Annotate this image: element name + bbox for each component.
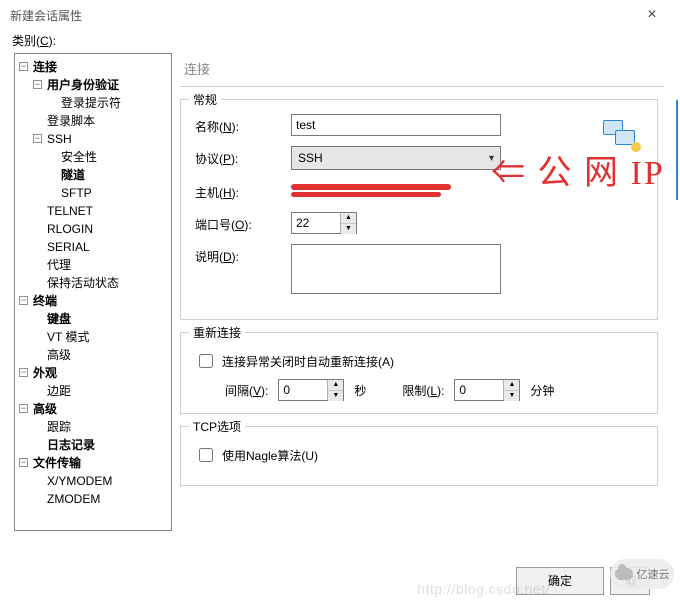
nagle-label: 使用Nagle算法(U): [222, 447, 318, 464]
spinner-up-icon[interactable]: ▲: [504, 380, 519, 391]
hosts-icon: [603, 120, 639, 150]
window-title: 新建会话属性: [10, 7, 82, 24]
tree-node-terminal[interactable]: − 终端 键盘 VT 模式 高级: [31, 292, 169, 364]
tree-node-connection[interactable]: − 连接 − 用户身份验证 登录提示符 登录脚本 − SSH: [31, 58, 169, 292]
chevron-down-icon: ▾: [489, 153, 494, 164]
group-reconnect-legend: 重新连接: [189, 324, 245, 341]
tree-node-login-prompt[interactable]: 登录提示符: [59, 94, 169, 112]
tree-node-advanced-term[interactable]: 高级: [45, 346, 169, 364]
tree-node-filetransfer[interactable]: − 文件传输 X/YMODEM ZMODEM: [31, 454, 169, 508]
tree-node-xymodem[interactable]: X/YMODEM: [45, 472, 169, 490]
tree-node-rlogin[interactable]: RLOGIN: [45, 220, 169, 238]
toggle-icon[interactable]: −: [33, 80, 42, 89]
spinner-up-icon[interactable]: ▲: [328, 380, 343, 391]
spinner-down-icon[interactable]: ▼: [328, 391, 343, 401]
group-general-legend: 常规: [189, 91, 221, 108]
content-panel: 连接 常规 名称(N): 协议(P): SSH ▾: [180, 53, 674, 531]
host-label: 主机(H):: [195, 180, 285, 201]
tree-node-login-script[interactable]: 登录脚本: [45, 112, 169, 130]
spinner-up-icon[interactable]: ▲: [341, 213, 356, 224]
decorative-line: [674, 100, 678, 200]
tree-node-ssh[interactable]: − SSH 安全性 隧道 SFTP: [45, 130, 169, 202]
toggle-icon[interactable]: −: [19, 368, 28, 377]
port-input[interactable]: [292, 213, 340, 233]
group-reconnect: 重新连接 连接异常关闭时自动重新连接(A) 间隔(V): ▲▼ 秒 限制(L):…: [180, 332, 658, 414]
toggle-icon[interactable]: −: [33, 134, 42, 143]
tree-node-auth[interactable]: − 用户身份验证 登录提示符: [45, 76, 169, 112]
host-redacted: [291, 182, 451, 202]
close-icon[interactable]: ×: [632, 5, 672, 25]
port-spinner[interactable]: ▲ ▼: [291, 212, 357, 234]
name-label: 名称(N):: [195, 114, 285, 135]
group-general: 常规 名称(N): 协议(P): SSH ▾ 主机(H):: [180, 99, 658, 320]
tree-node-margin[interactable]: 边距: [45, 382, 169, 400]
tree-node-serial[interactable]: SERIAL: [45, 238, 169, 256]
group-tcp-legend: TCP选项: [189, 418, 245, 435]
tree-node-telnet[interactable]: TELNET: [45, 202, 169, 220]
group-tcp: TCP选项 使用Nagle算法(U): [180, 426, 658, 486]
limit-spinner[interactable]: ▲▼: [454, 379, 520, 401]
seconds-unit: 秒: [354, 382, 366, 399]
toggle-icon[interactable]: −: [19, 404, 28, 413]
tree-node-proxy[interactable]: 代理: [45, 256, 169, 274]
tree-node-zmodem[interactable]: ZMODEM: [45, 490, 169, 508]
panel-title: 连接: [180, 53, 664, 87]
limit-input[interactable]: [455, 380, 503, 400]
protocol-value: SSH: [298, 151, 323, 165]
tree-node-tunnel[interactable]: 隧道: [59, 166, 169, 184]
interval-label: 间隔(V):: [225, 382, 268, 399]
watermark-url: http://blog.csdn.net/: [417, 581, 550, 597]
description-textarea[interactable]: [291, 244, 501, 294]
watermark-logo: 亿速云: [610, 559, 674, 589]
tree-node-sftp[interactable]: SFTP: [59, 184, 169, 202]
description-label: 说明(D):: [195, 244, 285, 265]
tree-node-log[interactable]: 日志记录: [45, 436, 169, 454]
tree-node-keepalive[interactable]: 保持活动状态: [45, 274, 169, 292]
auto-reconnect-label: 连接异常关闭时自动重新连接(A): [222, 353, 394, 370]
window-titlebar: 新建会话属性 ×: [0, 0, 680, 30]
category-tree[interactable]: − 连接 − 用户身份验证 登录提示符 登录脚本 − SSH: [14, 53, 172, 531]
protocol-select[interactable]: SSH ▾: [291, 146, 501, 170]
nagle-checkbox[interactable]: [199, 448, 213, 462]
tree-node-trace[interactable]: 跟踪: [45, 418, 169, 436]
name-input[interactable]: [291, 114, 501, 136]
limit-label: 限制(L):: [402, 382, 444, 399]
cloud-icon: [615, 568, 633, 580]
toggle-icon[interactable]: −: [19, 296, 28, 305]
protocol-label: 协议(P):: [195, 146, 285, 167]
tree-node-vtmode[interactable]: VT 模式: [45, 328, 169, 346]
minutes-unit: 分钟: [530, 382, 554, 399]
interval-spinner[interactable]: ▲▼: [278, 379, 344, 401]
spinner-down-icon[interactable]: ▼: [341, 224, 356, 234]
auto-reconnect-checkbox[interactable]: [199, 354, 213, 368]
toggle-icon[interactable]: −: [19, 62, 28, 71]
main-layout: − 连接 − 用户身份验证 登录提示符 登录脚本 − SSH: [0, 53, 680, 531]
category-label: 类别(C):: [0, 30, 680, 53]
toggle-icon[interactable]: −: [19, 458, 28, 467]
tree-node-appearance[interactable]: − 外观 边距: [31, 364, 169, 400]
tree-node-keyboard[interactable]: 键盘: [45, 310, 169, 328]
port-label: 端口号(O):: [195, 212, 285, 233]
tree-node-advanced[interactable]: − 高级 跟踪 日志记录: [31, 400, 169, 454]
spinner-down-icon[interactable]: ▼: [504, 391, 519, 401]
tree-node-security[interactable]: 安全性: [59, 148, 169, 166]
interval-input[interactable]: [279, 380, 327, 400]
